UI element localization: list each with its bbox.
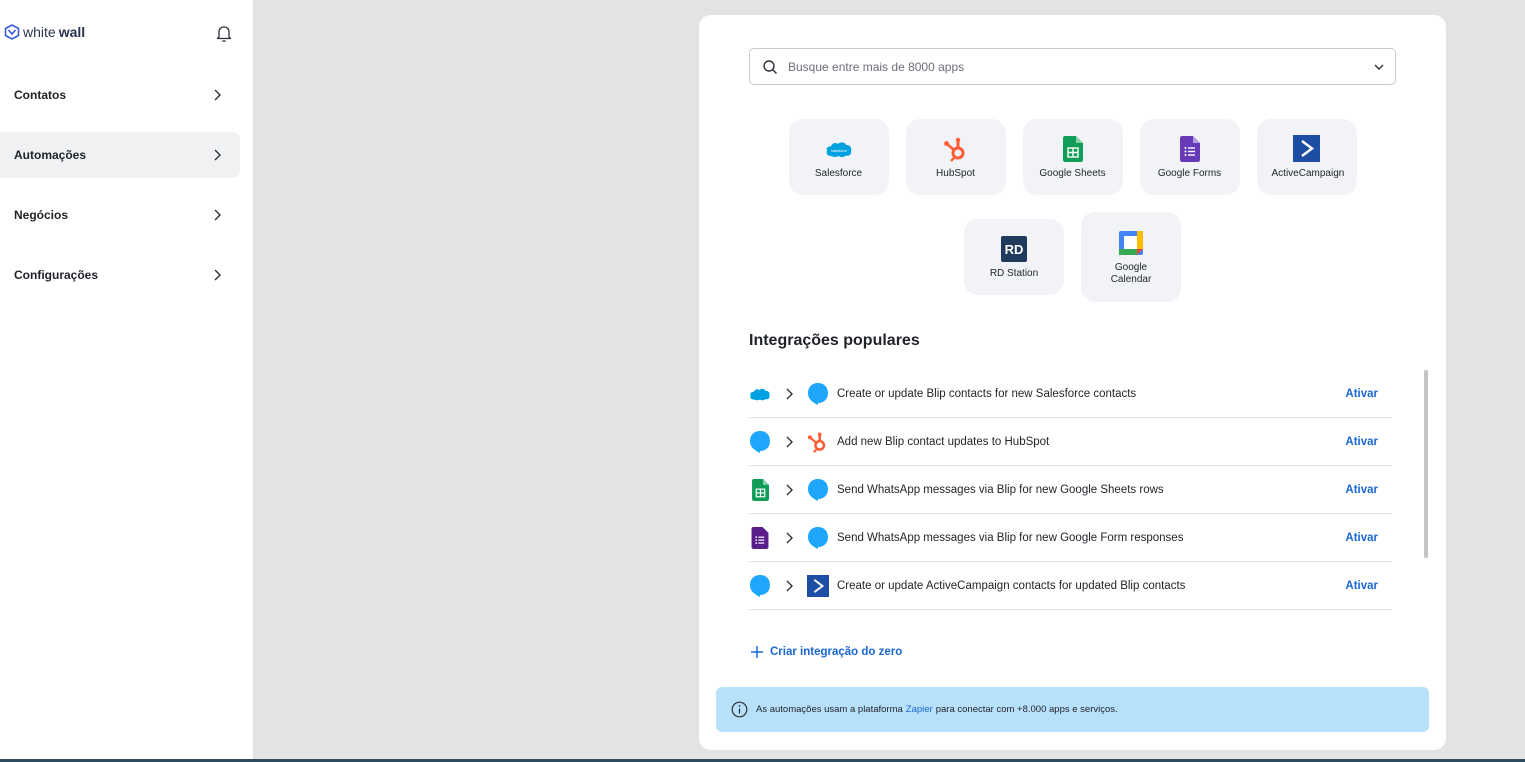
activate-button[interactable]: Ativar: [1345, 484, 1378, 496]
sidebar-item-automacoes[interactable]: Automações: [0, 132, 240, 178]
list-scrollbar[interactable]: [1424, 370, 1428, 558]
popular-integrations-list: Create or update Blip contacts for new S…: [749, 370, 1392, 610]
info-icon: [731, 701, 748, 718]
chevron-down-icon[interactable]: [1373, 61, 1385, 73]
sidebar-nav: Contatos Automações Negócios Configuraçõ…: [0, 72, 240, 312]
integration-description: Create or update Blip contacts for new S…: [837, 387, 1137, 400]
app-tile-hubspot[interactable]: HubSpot: [905, 119, 1006, 195]
list-item[interactable]: Create or update ActiveCampaign contacts…: [749, 562, 1392, 610]
info-text-before: As automações usam a plataforma: [756, 704, 903, 715]
list-item[interactable]: Send WhatsApp messages via Blip for new …: [749, 466, 1392, 514]
sidebar-item-negocios[interactable]: Negócios: [0, 192, 240, 238]
integration-description: Add new Blip contact updates to HubSpot: [837, 435, 1050, 448]
activecampaign-icon: [1293, 135, 1320, 162]
app-tile-activecampaign[interactable]: ActiveCampaign: [1256, 119, 1357, 195]
search-input[interactable]: [788, 59, 1373, 74]
zapier-link[interactable]: Zapier: [906, 704, 933, 715]
blip-icon: [808, 526, 828, 549]
integration-description: Send WhatsApp messages via Blip for new …: [837, 483, 1164, 496]
salesforce-icon: [750, 388, 770, 400]
chevron-right-icon: [214, 269, 221, 281]
whitewall-logo-icon: [4, 24, 20, 40]
search-icon: [763, 59, 777, 74]
brand-logo[interactable]: white wall: [4, 22, 85, 42]
app-grid-row: RD RD Station Google Calendar: [699, 212, 1446, 302]
google-sheets-icon: [751, 478, 769, 501]
app-tile-label: Salesforce: [814, 167, 863, 179]
hubspot-icon: [807, 432, 826, 453]
chevron-right-icon: [786, 388, 793, 399]
sidebar-item-label: Negócios: [14, 208, 69, 222]
sidebar-item-label: Configurações: [14, 268, 99, 282]
plus-icon: [751, 646, 763, 658]
rd-station-icon: RD: [1001, 235, 1027, 262]
google-sheets-icon: [1062, 135, 1083, 162]
activecampaign-icon: [807, 574, 829, 597]
create-integration-label: Criar integração do zero: [770, 646, 903, 658]
sidebar: white wall Contatos Automações Negócios C…: [0, 0, 254, 762]
bell-icon[interactable]: [213, 22, 235, 44]
chevron-right-icon: [786, 484, 793, 495]
salesforce-icon: salesforce: [826, 141, 851, 157]
app-tile-rd-station[interactable]: RD RD Station: [964, 219, 1064, 295]
section-title: Integrações populares: [749, 332, 920, 349]
app-tile-label: Google Calendar: [1110, 261, 1152, 285]
blip-icon: [808, 478, 828, 501]
sidebar-item-label: Automações: [14, 148, 87, 162]
hubspot-icon: [943, 137, 964, 162]
activate-button[interactable]: Ativar: [1345, 436, 1378, 448]
google-calendar-icon: [1119, 230, 1143, 255]
activate-button[interactable]: Ativar: [1345, 580, 1378, 592]
sidebar-item-configuracoes[interactable]: Configurações: [0, 252, 240, 298]
blip-icon: [750, 574, 770, 597]
chevron-right-icon: [786, 532, 793, 543]
google-forms-icon: [1179, 135, 1200, 162]
brand-name-part2: wall: [58, 24, 86, 40]
chevron-right-icon: [214, 89, 221, 101]
google-forms-icon: [751, 526, 769, 549]
sidebar-item-label: Contatos: [14, 88, 66, 102]
blip-icon: [750, 430, 770, 453]
app-tile-salesforce[interactable]: salesforce Salesforce: [788, 119, 889, 195]
info-text-after: para conectar com +8.000 apps e serviços…: [935, 704, 1118, 715]
app-tile-google-sheets[interactable]: Google Sheets: [1022, 119, 1123, 195]
info-banner: As automações usam a plataforma Zapier p…: [716, 687, 1429, 732]
activate-button[interactable]: Ativar: [1345, 388, 1378, 400]
chevron-right-icon: [786, 436, 793, 447]
app-search-box[interactable]: [749, 48, 1396, 85]
brand-name-part1: white: [23, 24, 56, 40]
app-tile-label: Google Forms: [1157, 167, 1222, 179]
blip-icon: [808, 382, 828, 405]
list-item[interactable]: Send WhatsApp messages via Blip for new …: [749, 514, 1392, 562]
create-integration-button[interactable]: Criar integração do zero: [750, 645, 902, 659]
list-item[interactable]: Create or update Blip contacts for new S…: [749, 370, 1392, 418]
automations-panel: salesforce Salesforce HubSpot: [699, 15, 1446, 750]
svg-text:RD: RD: [1005, 242, 1024, 257]
app-tile-google-forms[interactable]: Google Forms: [1139, 119, 1240, 195]
svg-text:salesforce: salesforce: [831, 149, 847, 153]
app-tile-label: RD Station: [989, 267, 1039, 279]
integration-description: Send WhatsApp messages via Blip for new …: [837, 531, 1184, 544]
chevron-right-icon: [214, 149, 221, 161]
app-grid-row: salesforce Salesforce HubSpot Google She…: [699, 119, 1446, 195]
activate-button[interactable]: Ativar: [1345, 532, 1378, 544]
integration-description: Create or update ActiveCampaign contacts…: [837, 579, 1186, 592]
app-tile-label: ActiveCampaign: [1271, 167, 1345, 179]
app-tile-google-calendar[interactable]: Google Calendar: [1081, 212, 1181, 302]
app-tile-label: HubSpot: [936, 167, 975, 179]
chevron-right-icon: [786, 580, 793, 591]
sidebar-item-contatos[interactable]: Contatos: [0, 72, 240, 118]
chevron-right-icon: [214, 209, 221, 221]
app-tile-label: Google Sheets: [1039, 167, 1106, 179]
list-item[interactable]: Add new Blip contact updates to HubSpot …: [749, 418, 1392, 466]
